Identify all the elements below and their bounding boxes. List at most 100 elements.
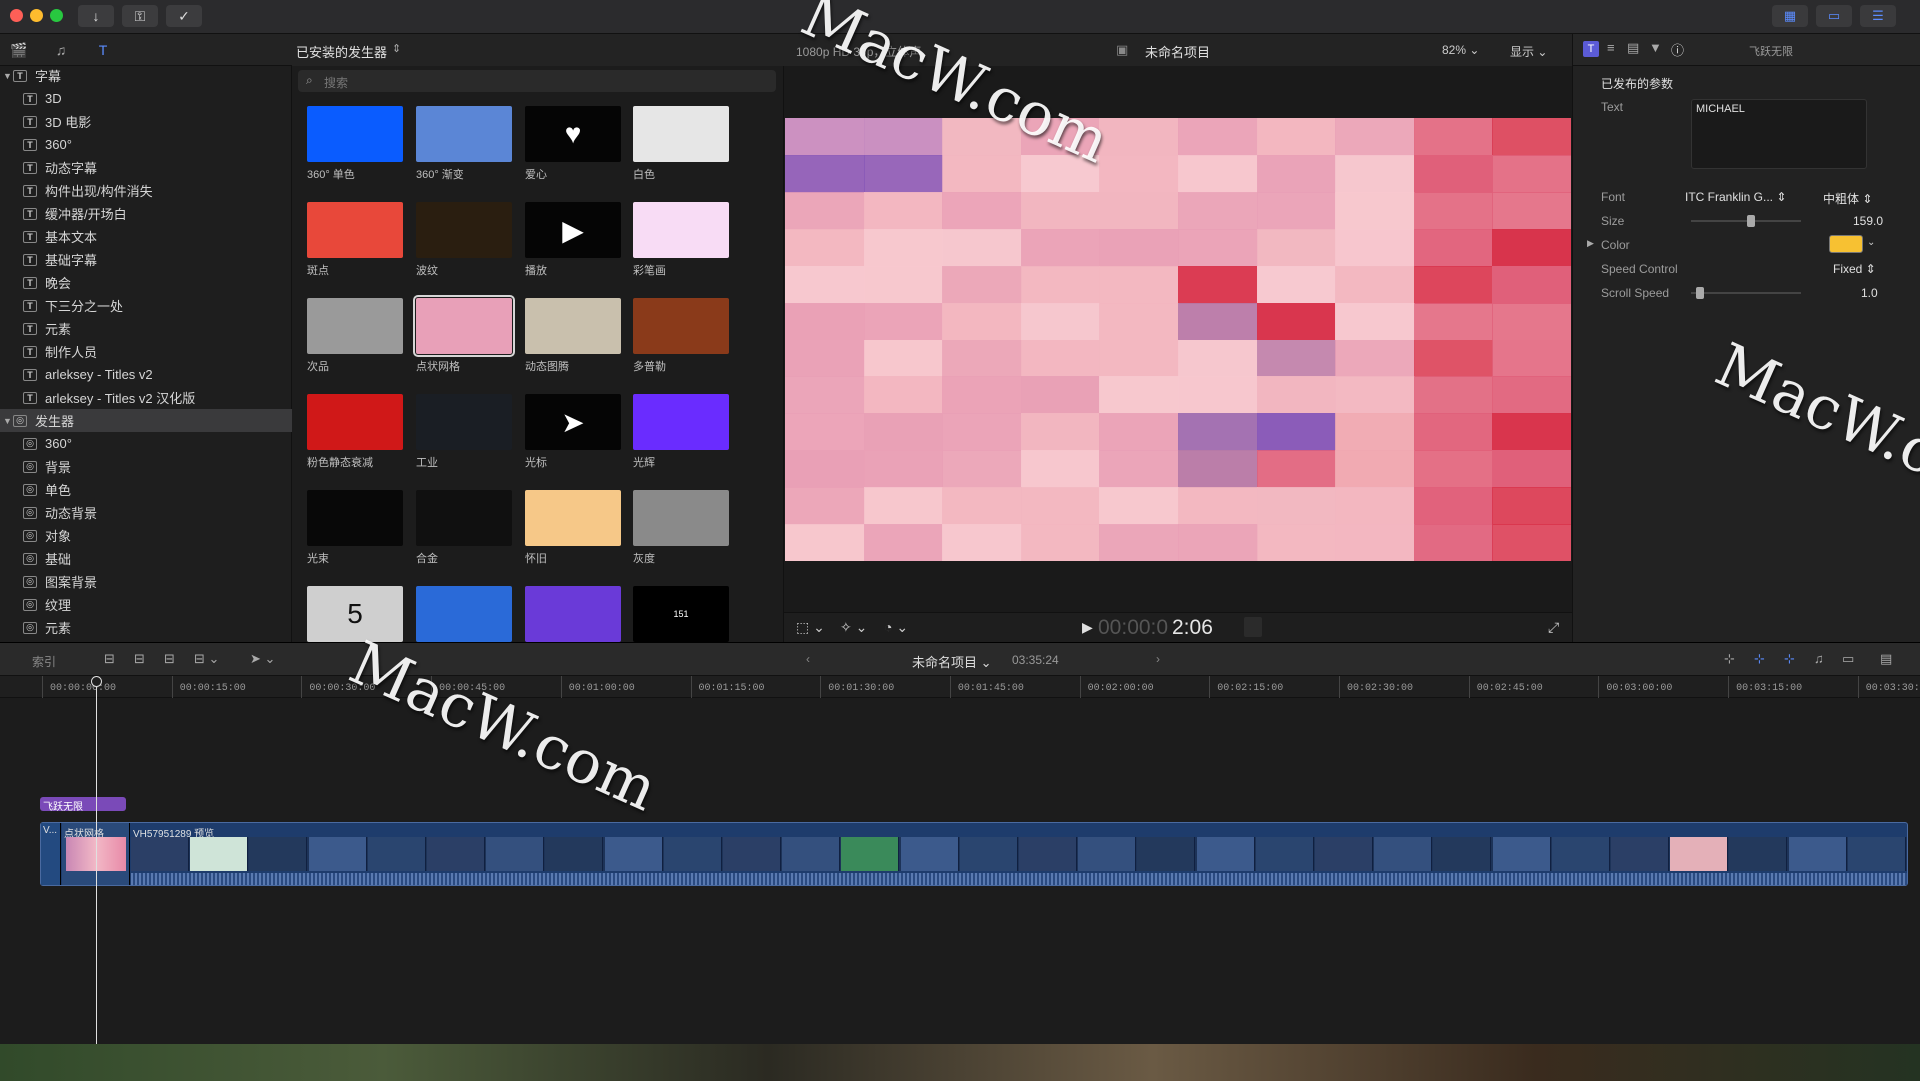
select-tool-icon[interactable]: ➤ ⌄ (250, 651, 275, 667)
browser-toggle-button[interactable]: ▦ (1772, 5, 1808, 27)
generator-tile[interactable]: ♥ 爱心 (525, 106, 621, 182)
photos-audio-tab[interactable]: ♫ (50, 40, 72, 60)
sidebar-item[interactable]: ◎ 对象 (0, 524, 292, 547)
sidebar-item[interactable]: ◎ 纹理 (0, 593, 292, 616)
info-icon[interactable]: ⓘ (1671, 40, 1684, 59)
append-clip-icon[interactable]: ⊟ (104, 651, 115, 667)
generator-tile[interactable]: 光束 (307, 490, 403, 566)
video-preview[interactable] (785, 118, 1571, 561)
sidebar-item[interactable]: T 元素 (0, 317, 292, 340)
clip-a[interactable]: V... (41, 823, 61, 885)
headphones-icon[interactable]: ♫ (1814, 651, 1824, 666)
titles-generators-tab[interactable]: T (92, 40, 114, 60)
sidebar-item[interactable]: ◎ 360° (0, 432, 292, 455)
solo-icon[interactable]: ⊹ (1784, 651, 1795, 667)
skimming-icon[interactable]: ⊹ (1724, 651, 1735, 667)
play-button[interactable]: ▶ (1082, 619, 1093, 636)
disclosure-triangle-icon[interactable]: ▼ (3, 416, 13, 426)
generator-tile[interactable]: 151 (633, 586, 729, 642)
title-inspector-tab[interactable]: T (1583, 41, 1599, 57)
playhead-handle[interactable] (91, 676, 102, 687)
generator-tile[interactable]: 5 (307, 586, 403, 642)
background-tasks-button[interactable]: ✓ (166, 5, 202, 27)
generator-tile[interactable]: ➤ 光标 (525, 394, 621, 470)
effects-browser-icon[interactable]: ▤ (1880, 651, 1892, 667)
clip-appearance-icon[interactable]: ▭ (1842, 651, 1854, 667)
import-button[interactable]: ↓ (78, 5, 114, 27)
sidebar-item[interactable]: T 360° (0, 133, 292, 156)
generator-tile[interactable]: 粉色静态衰减 (307, 394, 403, 470)
sidebar-section-1[interactable]: ▼ ◎ 发生器 (0, 409, 292, 432)
filter-inspector-tab[interactable]: ▼ (1649, 40, 1662, 55)
back-arrow-icon[interactable]: ‹ (806, 652, 810, 666)
overwrite-clip-icon[interactable]: ⊟ ⌄ (194, 651, 219, 667)
search-input[interactable]: ⌕ 搜索 (298, 70, 776, 92)
close-window-button[interactable] (10, 9, 23, 22)
generator-tile[interactable]: 彩笔画 (633, 202, 729, 278)
generator-tile[interactable]: 灰度 (633, 490, 729, 566)
insert-clip-icon[interactable]: ⊟ (134, 651, 145, 667)
sidebar-item[interactable]: T 构件出现/构件消失 (0, 179, 292, 202)
timeline-toggle-button[interactable]: ▭ (1816, 5, 1852, 27)
size-value[interactable]: 159.0 (1853, 214, 1883, 228)
color-well[interactable] (1829, 235, 1863, 253)
generator-tile[interactable]: 工业 (416, 394, 512, 470)
generator-tile[interactable]: 怀旧 (525, 490, 621, 566)
index-button[interactable]: 索引 (32, 653, 56, 670)
sidebar-item[interactable]: ◎ 图案背景 (0, 570, 292, 593)
video-inspector-tab[interactable]: ▤ (1627, 40, 1639, 56)
scroll-speed-knob[interactable] (1696, 287, 1705, 299)
generator-tile[interactable]: 次品 (307, 298, 403, 374)
size-slider[interactable] (1691, 215, 1801, 227)
text-field[interactable]: MICHAEL (1691, 99, 1867, 169)
enhance-tool-icon[interactable]: ✧ ⌄ (840, 619, 867, 636)
generator-tile[interactable]: ▶ 播放 (525, 202, 621, 278)
clip-c[interactable]: VH57951289 预览 (131, 823, 1907, 885)
playhead[interactable] (91, 676, 102, 1044)
disclosure-triangle-icon[interactable]: ▶ (1587, 238, 1594, 249)
generator-tile[interactable]: 合金 (416, 490, 512, 566)
size-slider-knob[interactable] (1747, 215, 1756, 227)
connect-clip-icon[interactable]: ⊟ (164, 651, 175, 667)
timeline-tracks[interactable]: 飞跃无限 V... 点状网格 VH57951289 预览 (0, 698, 1920, 1044)
sidebar-item[interactable]: ◎ 单色 (0, 478, 292, 501)
speed-control-select[interactable]: Fixed ⇕ (1833, 262, 1876, 276)
timeline-project-menu[interactable]: 未命名项目 ⌄ (912, 652, 992, 671)
zoom-menu[interactable]: 82% ⌄ (1442, 43, 1479, 57)
sidebar-item[interactable]: T 下三分之一处 (0, 294, 292, 317)
disclosure-triangle-icon[interactable]: ▼ (3, 71, 13, 81)
generator-tile[interactable]: 多普勒 (633, 298, 729, 374)
keywords-button[interactable]: ⚿ (122, 5, 158, 27)
sidebar-item[interactable]: T 动态字幕 (0, 156, 292, 179)
generator-tile[interactable]: 白色 (633, 106, 729, 182)
sidebar-item[interactable]: T 晚会 (0, 271, 292, 294)
sidebar-item[interactable]: T 基本文本 (0, 225, 292, 248)
generator-tile[interactable]: 波纹 (416, 202, 512, 278)
font-weight-select[interactable]: 中粗体 ⇕ (1823, 190, 1872, 207)
title-clip[interactable]: 飞跃无限 (40, 797, 126, 813)
sidebar-item[interactable]: ◎ 动态背景 (0, 501, 292, 524)
text-inspector-tab[interactable]: ≡ (1607, 40, 1615, 55)
generator-tile[interactable]: 斑点 (307, 202, 403, 278)
transform-tool-icon[interactable]: ⬚ ⌄ (796, 619, 825, 636)
font-family-select[interactable]: ITC Franklin G... ⇕ (1685, 190, 1786, 204)
browser-title[interactable]: 已安装的发生器 (296, 42, 387, 61)
sidebar-item[interactable]: T 3D (0, 87, 292, 110)
sidebar-item[interactable]: ◎ 基础 (0, 547, 292, 570)
sidebar-section-0[interactable]: ▼ T 字幕 (0, 64, 292, 87)
sidebar-item[interactable]: T 缓冲器/开场白 (0, 202, 292, 225)
chevron-down-icon[interactable]: ⌄ (1867, 237, 1875, 248)
generator-tile[interactable]: 点状网格 (413, 295, 515, 374)
generator-tile[interactable]: 光辉 (633, 394, 729, 470)
audio-skimming-icon[interactable]: ⊹ (1754, 651, 1765, 667)
sort-chevron-icon[interactable]: ⇕ (392, 42, 401, 55)
fullscreen-icon[interactable]: ⤢ (1548, 619, 1559, 636)
forward-arrow-icon[interactable]: › (1156, 652, 1160, 666)
generator-tile[interactable]: 360° 渐变 (416, 106, 512, 182)
storyline-clip[interactable]: V... 点状网格 VH57951289 预览 (40, 822, 1908, 886)
minimize-window-button[interactable] (30, 9, 43, 22)
speed-tool-icon[interactable]: ◔ ⌄ (884, 619, 908, 636)
inspector-toggle-button[interactable]: ☰ (1860, 5, 1896, 27)
display-menu[interactable]: 显示 ⌄ (1510, 43, 1547, 60)
sidebar-item[interactable]: ◎ 背景 (0, 455, 292, 478)
